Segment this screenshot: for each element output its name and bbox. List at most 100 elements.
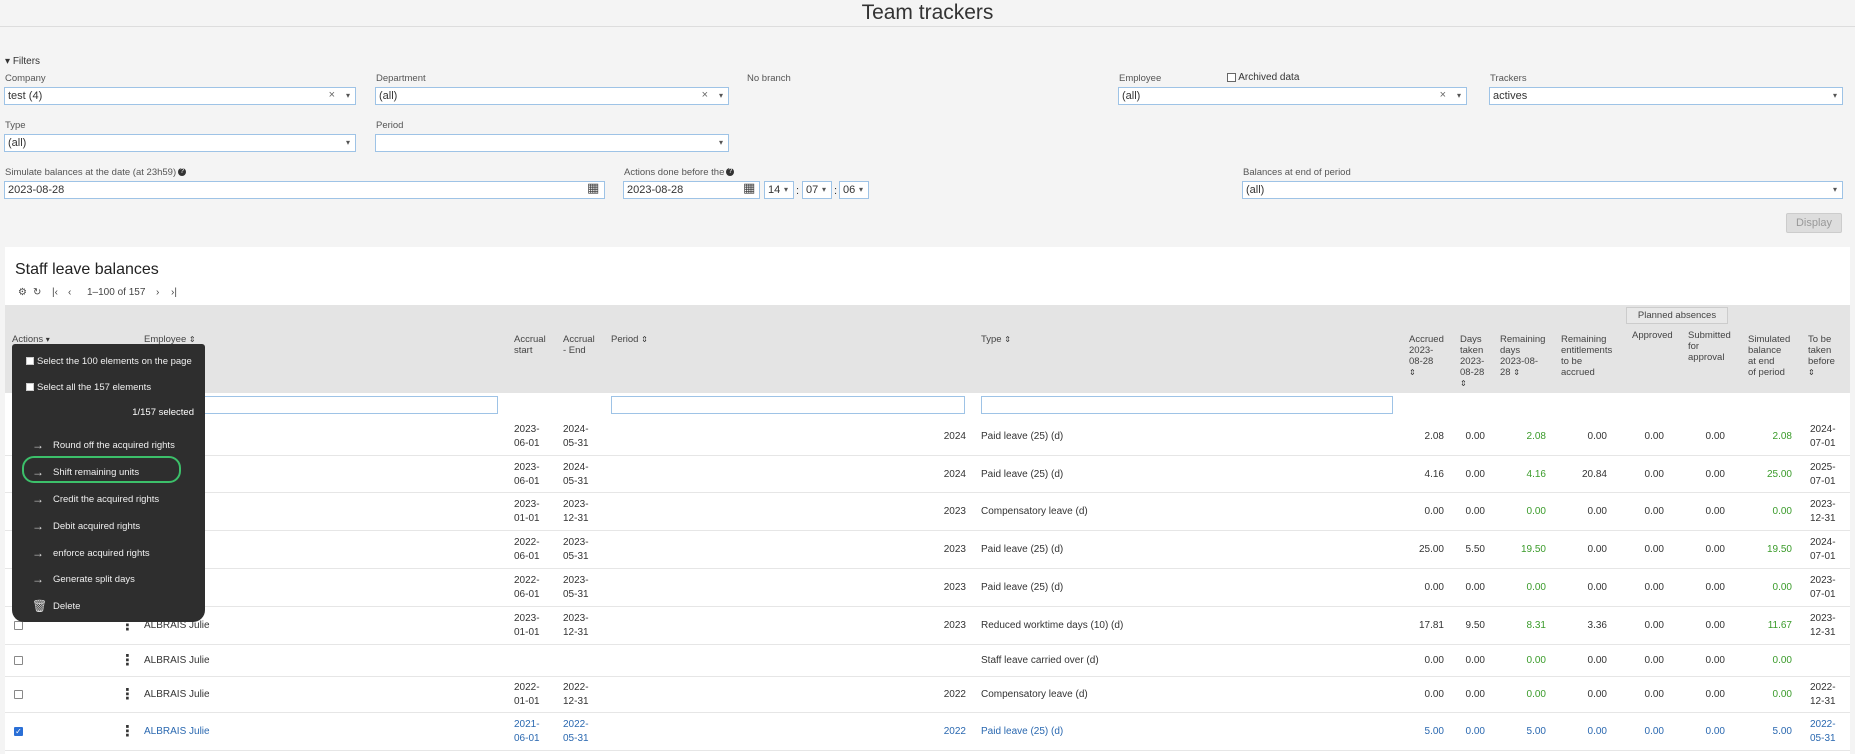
simulated-cell: 5.00	[1772, 726, 1792, 737]
to-be-taken-cell: 2025- 07-01	[1810, 461, 1836, 489]
balances-end-select[interactable]: (all) ▾	[1242, 181, 1843, 199]
cell-line: 2022-	[563, 682, 589, 693]
row-checkbox[interactable]	[14, 621, 23, 630]
employee-select[interactable]: (all) × ▾	[1118, 87, 1467, 105]
approved-cell: 0.00	[1644, 582, 1664, 593]
header-line: Accrued	[1409, 334, 1444, 345]
cell-line: 2023-	[514, 499, 540, 510]
cell-line: 2023-	[563, 537, 589, 548]
simulate-date-label: Simulate balances at the date (at 23h59)…	[5, 167, 187, 178]
remaining-days-cell: 8.31	[1526, 620, 1546, 631]
remaining-days-column-header[interactable]: Remaining days 2023-08- 28 ⇕	[1500, 334, 1545, 378]
next-page-icon[interactable]: ›	[156, 287, 159, 298]
cell-line: 2022-	[514, 682, 540, 693]
row-checkbox[interactable]: ✓	[14, 727, 23, 736]
calendar-icon[interactable]: ▦	[587, 180, 599, 196]
header-line: start	[514, 345, 533, 356]
cell-line: 05-31	[1810, 733, 1836, 744]
display-button[interactable]: Display	[1786, 213, 1842, 233]
remaining-entitlements-cell: 0.00	[1587, 506, 1607, 517]
settings-icon[interactable]: ⚙	[18, 287, 27, 298]
period-filter-input[interactable]	[611, 396, 965, 414]
generate-split-action[interactable]: → Generate split days	[12, 572, 205, 592]
first-page-icon[interactable]: |‹	[52, 287, 58, 298]
trash-icon: 🗑	[32, 599, 48, 613]
actions-before-date-input[interactable]: 2023-08-28	[623, 181, 760, 199]
employee-cell[interactable]: ALBRAIS Julie	[144, 654, 210, 668]
type-cell: Paid leave (25) (d)	[981, 431, 1064, 442]
accrual-end-cell: 2024- 05-31	[563, 461, 589, 489]
period-column-header[interactable]: Period ⇕	[611, 334, 648, 345]
filters-toggle[interactable]: ▾ Filters	[5, 56, 40, 67]
company-select[interactable]: test (4) × ▾	[4, 87, 356, 105]
submitted-cell: 0.00	[1705, 506, 1725, 517]
type-select[interactable]: (all) ▾	[4, 134, 356, 152]
cell-line: 06-01	[514, 551, 540, 562]
trackers-value: actives	[1493, 90, 1528, 102]
enforce-action[interactable]: → enforce acquired rights	[12, 546, 205, 566]
row-checkbox[interactable]	[14, 690, 23, 699]
round-off-action[interactable]: → Round off the acquired rights	[12, 438, 205, 458]
clear-icon[interactable]: ×	[329, 89, 335, 101]
help-icon[interactable]: ?	[726, 168, 735, 177]
remaining-days-cell: 0.00	[1526, 689, 1546, 700]
accrued-column-header[interactable]: Accrued 2023- 08-28 ⇕	[1409, 334, 1444, 378]
kebab-menu-icon[interactable]: ⋮	[120, 651, 135, 669]
to-be-taken-cell: 2024- 07-01	[1810, 423, 1836, 451]
accrued-cell: 5.00	[1424, 726, 1444, 737]
debit-action[interactable]: → Debit acquired rights	[12, 519, 205, 539]
last-page-icon[interactable]: ›|	[171, 287, 177, 298]
department-select[interactable]: (all) × ▾	[375, 87, 729, 105]
trackers-select[interactable]: actives ▾	[1489, 87, 1843, 105]
header-line: days	[1500, 345, 1521, 356]
archived-data-option[interactable]: Archived data	[1227, 72, 1299, 83]
second-select[interactable]: 06 ▾	[839, 181, 869, 199]
row-checkbox[interactable]	[14, 656, 23, 665]
clear-icon[interactable]: ×	[702, 89, 708, 101]
period-cell: 2023	[943, 620, 966, 631]
caret-down-icon: ▾	[45, 335, 50, 344]
minute-select[interactable]: 07 ▾	[802, 181, 832, 199]
type-filter-input[interactable]	[981, 396, 1393, 414]
header-line: - End	[563, 345, 586, 356]
cell-line: 01-01	[514, 513, 540, 524]
type-column-header[interactable]: Type ⇕	[981, 334, 1011, 345]
period-select[interactable]: ▾	[375, 134, 729, 152]
select-page-checkbox[interactable]	[26, 357, 34, 365]
credit-action[interactable]: → Credit the acquired rights	[12, 492, 205, 512]
days-taken-cell: 0.00	[1465, 582, 1485, 593]
chevron-down-icon: ▾	[1832, 91, 1837, 100]
clear-icon[interactable]: ×	[1440, 89, 1446, 101]
delete-action[interactable]: 🗑 Delete	[12, 599, 205, 619]
days-taken-column-header[interactable]: Days taken 2023- 08-28 ⇕	[1460, 334, 1484, 389]
simulated-balance-header: Simulated balance at end of period	[1748, 334, 1790, 378]
period-cell: 2023	[943, 544, 966, 555]
calendar-icon[interactable]: ▦	[743, 180, 755, 196]
simulated-cell: 0.00	[1772, 506, 1792, 517]
select-all-checkbox[interactable]	[26, 383, 34, 391]
days-taken-cell: 0.00	[1465, 506, 1485, 517]
department-label: Department	[376, 73, 426, 84]
cell-line: 12-31	[563, 696, 589, 707]
submitted-cell: 0.00	[1705, 655, 1725, 666]
chevron-down-icon: ▾	[718, 138, 723, 147]
help-icon[interactable]: ?	[178, 168, 187, 177]
hour-select[interactable]: 14 ▾	[764, 181, 794, 199]
archived-data-checkbox[interactable]	[1227, 72, 1236, 82]
header-line-text: 28	[1500, 367, 1511, 378]
cell-line: 2023-	[1810, 499, 1836, 510]
refresh-icon[interactable]: ↻	[33, 287, 41, 298]
kebab-menu-icon[interactable]: ⋮	[120, 722, 135, 740]
simulate-date-input[interactable]: 2023-08-28	[4, 181, 605, 199]
cell-line: 12-31	[563, 513, 589, 524]
remaining-days-cell: 4.16	[1526, 468, 1546, 480]
simulate-date-value: 2023-08-28	[8, 184, 65, 196]
employee-cell[interactable]: ALBRAIS Julie	[144, 688, 210, 702]
employee-cell[interactable]: ALBRAIS Julie	[144, 725, 210, 739]
to-be-taken-header[interactable]: To be taken before ⇕	[1808, 334, 1835, 378]
kebab-menu-icon[interactable]: ⋮	[120, 685, 135, 703]
prev-page-icon[interactable]: ‹	[68, 287, 71, 298]
period-label: Period	[376, 120, 404, 131]
accrual-end-cell: 2022- 05-31	[563, 718, 589, 746]
remaining-entitlements-header: Remaining entitlements to be accrued	[1561, 334, 1612, 378]
